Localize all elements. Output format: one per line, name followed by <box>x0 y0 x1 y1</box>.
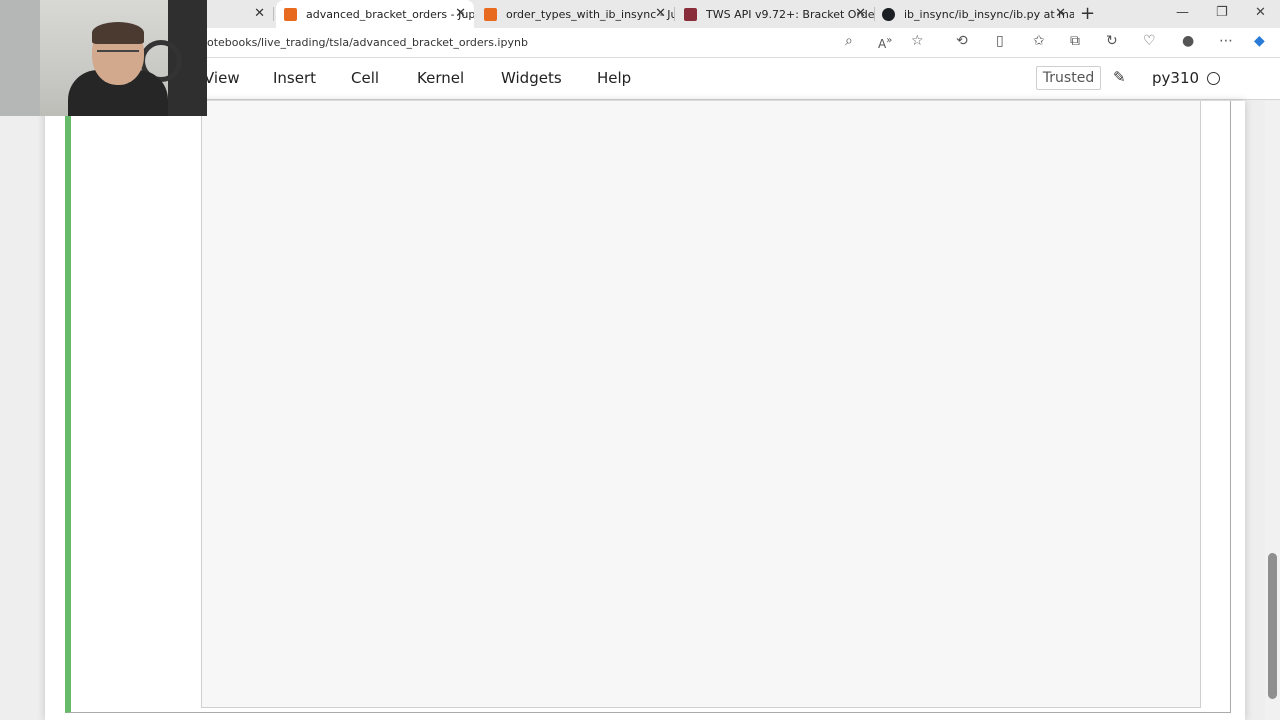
close-tab-icon[interactable]: ✕ <box>855 6 866 21</box>
code-editor[interactable] <box>201 101 1201 708</box>
close-tab-icon[interactable]: ✕ <box>455 6 466 21</box>
minimize-icon[interactable]: — <box>1176 5 1189 20</box>
scrollbar[interactable] <box>1265 101 1280 720</box>
browser-essentials-icon[interactable]: ♡ <box>1143 33 1156 49</box>
trusted-indicator[interactable]: Trusted <box>1036 66 1101 90</box>
jupyter-favicon-icon <box>284 7 297 21</box>
kernel-name[interactable]: py310 <box>1152 69 1199 87</box>
menu-cell[interactable]: Cell <box>351 69 379 87</box>
copilot-icon[interactable]: ◆ <box>1254 33 1265 49</box>
webcam-person-hair <box>92 22 144 44</box>
favorites-icon[interactable]: ✩ <box>1033 33 1045 49</box>
collections-icon[interactable]: ⧉ <box>1070 33 1080 49</box>
menu-kernel[interactable]: Kernel <box>417 69 464 87</box>
split-screen-icon[interactable]: ▯ <box>996 33 1004 49</box>
edit-pencil-icon[interactable]: ✎ <box>1113 68 1126 86</box>
close-tab-icon[interactable]: ✕ <box>254 6 265 21</box>
tab-title: advanced_bracket_orders - Jupyt <box>306 7 474 21</box>
scrollbar-thumb[interactable] <box>1268 553 1277 699</box>
ib-favicon-icon <box>684 7 697 21</box>
browser-tab-4[interactable]: TWS API v9.72+: Bracket Orders ✕ <box>676 0 875 28</box>
read-aloud-icon[interactable]: A» <box>878 35 892 51</box>
webcam-overlay <box>0 0 207 116</box>
menu-view[interactable]: View <box>204 69 240 87</box>
favorite-star-icon[interactable]: ☆ <box>911 33 924 49</box>
close-tab-icon[interactable]: ✕ <box>655 6 666 21</box>
url-text[interactable]: otebooks/live_trading/tsla/advanced_brac… <box>207 36 528 49</box>
menu-widgets[interactable]: Widgets <box>501 69 562 87</box>
menu-help[interactable]: Help <box>597 69 631 87</box>
zoom-icon[interactable]: ⌕ <box>845 33 853 49</box>
tab-title: order_types_with_ib_insync - Jup <box>506 7 674 21</box>
webcam-person-glasses <box>97 50 139 60</box>
more-options-icon[interactable]: ⋯ <box>1219 33 1233 49</box>
browser-tab-3[interactable]: order_types_with_ib_insync - Jup ✕ <box>476 0 675 28</box>
new-tab-icon[interactable]: + <box>1080 3 1095 24</box>
tab-title: TWS API v9.72+: Bracket Orders <box>706 7 874 21</box>
notebook-area <box>0 101 1280 720</box>
maximize-icon[interactable]: ❐ <box>1216 5 1228 20</box>
history-icon[interactable]: ↻ <box>1106 33 1118 49</box>
browser-tab-1[interactable]: ✕ <box>207 0 274 28</box>
browser-tab-5[interactable]: ib_insync/ib_insync/ib.py at mas ✕ <box>874 0 1074 28</box>
close-tab-icon[interactable]: ✕ <box>1055 6 1066 21</box>
extensions-icon[interactable]: ⟲ <box>956 33 968 49</box>
browser-tab-2[interactable]: advanced_bracket_orders - Jupyt ✕ <box>276 0 474 28</box>
github-favicon-icon <box>882 7 895 21</box>
profile-icon[interactable]: ● <box>1182 33 1194 49</box>
close-window-icon[interactable]: ✕ <box>1255 5 1266 20</box>
menu-insert[interactable]: Insert <box>273 69 316 87</box>
webcam-background-shelf <box>0 0 40 116</box>
kernel-status-icon <box>1207 72 1220 85</box>
tab-title: ib_insync/ib_insync/ib.py at mas <box>904 7 1074 21</box>
jupyter-favicon-icon <box>484 7 497 21</box>
